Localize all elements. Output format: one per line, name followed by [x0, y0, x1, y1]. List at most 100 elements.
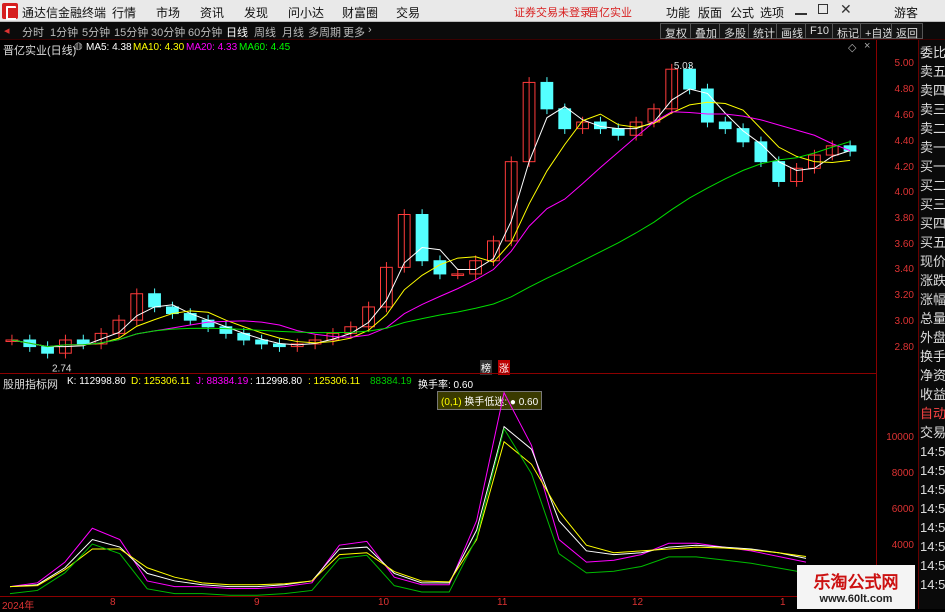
btn-f10[interactable]: F10 — [805, 23, 834, 39]
side-item[interactable]: 买三 — [920, 196, 945, 214]
side-item[interactable]: 收益 — [920, 386, 945, 404]
side-item[interactable]: 总量 — [920, 310, 945, 328]
side-item[interactable]: 14:5 — [920, 500, 945, 518]
settings-icon[interactable]: ◇ — [848, 41, 856, 54]
x-axis: 2024年 8 9 10 11 12 1 — [0, 596, 876, 612]
x-tick-oct: 10 — [378, 597, 390, 608]
y-axis: 5.00 4.80 4.60 4.40 4.20 4.00 3.80 3.60 … — [876, 40, 918, 609]
ma5-label: MA5: 4.38 — [86, 42, 132, 53]
period-more[interactable]: 更多 — [343, 24, 365, 40]
y-tick: 2.80 — [894, 342, 914, 353]
y-tick: 4.40 — [894, 136, 914, 147]
btn-back[interactable]: 返回 — [891, 23, 923, 40]
side-item[interactable]: 14:5 — [920, 557, 945, 575]
period-multi[interactable]: 多周期 — [308, 24, 341, 40]
period-daily[interactable]: 日线 — [226, 24, 248, 40]
candle — [558, 108, 572, 130]
side-item[interactable]: 净资 — [920, 367, 945, 385]
menu-discover[interactable]: 发现 — [244, 4, 268, 21]
side-item[interactable]: 卖二 — [920, 120, 945, 138]
guest-user[interactable]: 游客 — [894, 4, 918, 21]
side-item[interactable]: 14:5 — [920, 519, 945, 537]
watermark-logo: 乐淘公式网 www.60lt.com — [797, 565, 915, 609]
menu-trade[interactable]: 交易 — [396, 4, 420, 21]
btn-multi-stock[interactable]: 多股 — [719, 23, 751, 40]
period-1min[interactable]: 1分钟 — [50, 24, 78, 40]
x-tick-2024: 2024年 — [2, 601, 35, 612]
menu-fortune[interactable]: 财富圈 — [342, 4, 378, 21]
side-item[interactable]: 涨幅 — [920, 291, 945, 309]
watermark-url: www.60lt.com — [819, 593, 893, 605]
side-item[interactable]: 自动 — [920, 405, 945, 423]
side-item[interactable]: 交易 — [920, 424, 945, 442]
btn-draw[interactable]: 画线 — [776, 23, 808, 40]
btn-overlay[interactable]: 叠加 — [690, 23, 722, 40]
more-chevron-icon[interactable]: › — [368, 24, 372, 36]
high-price-label: 5.03 — [674, 61, 694, 72]
y-tick-indicator: 10000 — [886, 432, 914, 443]
side-item[interactable]: 卖四 — [920, 82, 945, 100]
side-item[interactable]: 买五 — [920, 234, 945, 252]
minimize-icon[interactable] — [795, 3, 807, 15]
candle — [772, 161, 786, 182]
low-price-label: 2.74 — [52, 364, 72, 373]
login-notice[interactable]: 证券交易未登录 — [514, 4, 591, 20]
side-item[interactable]: 卖五 — [920, 63, 945, 81]
candle — [148, 293, 161, 308]
price-chart[interactable]: 5.03 2.74 — [0, 56, 876, 373]
period-60min[interactable]: 60分钟 — [188, 24, 222, 40]
period-30min[interactable]: 30分钟 — [151, 24, 185, 40]
period-15min[interactable]: 15分钟 — [114, 24, 148, 40]
d-value: D: 125306.11 — [131, 376, 191, 387]
indicator-chart[interactable] — [0, 389, 876, 596]
side-item[interactable]: 卖一 — [920, 139, 945, 157]
side-item[interactable]: 委比 — [920, 44, 945, 62]
extra-line — [9, 427, 807, 596]
menu-function[interactable]: 功能 — [666, 4, 690, 21]
y-tick: 3.40 — [894, 264, 914, 275]
dropdown-icon[interactable]: ◍ — [74, 41, 83, 52]
menu-xiaoda[interactable]: 问小达 — [288, 4, 324, 21]
app-logo-icon — [2, 3, 18, 20]
side-item[interactable]: 买四 — [920, 215, 945, 233]
candle — [41, 346, 54, 354]
d-line — [9, 440, 807, 588]
y-tick: 5.00 — [894, 58, 914, 69]
period-5min[interactable]: 5分钟 — [82, 24, 110, 40]
menu-quote[interactable]: 行情 — [112, 4, 136, 21]
ma10-label: MA10: 4.30 — [133, 42, 185, 53]
menu-news[interactable]: 资讯 — [200, 4, 224, 21]
menu-formula[interactable]: 公式 — [730, 4, 754, 21]
side-item[interactable]: 14:5 — [920, 576, 945, 594]
k-value: K: 112998.80 — [67, 376, 126, 387]
side-item[interactable]: 14:5 — [920, 462, 945, 480]
side-item[interactable]: 卖三 — [920, 101, 945, 119]
close-chart-icon[interactable]: × — [864, 40, 870, 52]
value-2: : 125306.11 — [308, 376, 361, 387]
close-icon[interactable]: ✕ — [840, 1, 852, 18]
period-intraday[interactable]: 分时 — [22, 24, 44, 40]
candle — [754, 141, 768, 163]
side-item[interactable]: 14:5 — [920, 443, 945, 461]
side-item[interactable]: 买二 — [920, 177, 945, 195]
indicator-legend: 股朋指标网 K: 112998.80 D: 125306.11 J: 88384… — [0, 373, 876, 391]
period-arrow-icon[interactable]: ◂ — [4, 24, 10, 37]
period-monthly[interactable]: 月线 — [282, 24, 304, 40]
side-item[interactable]: 换手 — [920, 348, 945, 366]
side-item[interactable]: 现价 — [920, 253, 945, 271]
ma20-line — [11, 111, 851, 348]
maximize-icon[interactable] — [818, 4, 828, 14]
menu-market[interactable]: 市场 — [156, 4, 180, 21]
candle — [415, 214, 429, 262]
side-item[interactable]: 涨跌 — [920, 272, 945, 290]
btn-adjust[interactable]: 复权 — [660, 23, 692, 40]
period-weekly[interactable]: 周线 — [254, 24, 276, 40]
ma20-label: MA20: 4.33 — [186, 42, 238, 53]
side-item[interactable]: 买一 — [920, 158, 945, 176]
menu-layout[interactable]: 版面 — [698, 4, 722, 21]
side-item[interactable]: 14:5 — [920, 538, 945, 556]
y-tick: 4.60 — [894, 110, 914, 121]
menu-options[interactable]: 选项 — [760, 4, 784, 21]
side-item[interactable]: 14:5 — [920, 481, 945, 499]
side-item[interactable]: 外盘 — [920, 329, 945, 347]
